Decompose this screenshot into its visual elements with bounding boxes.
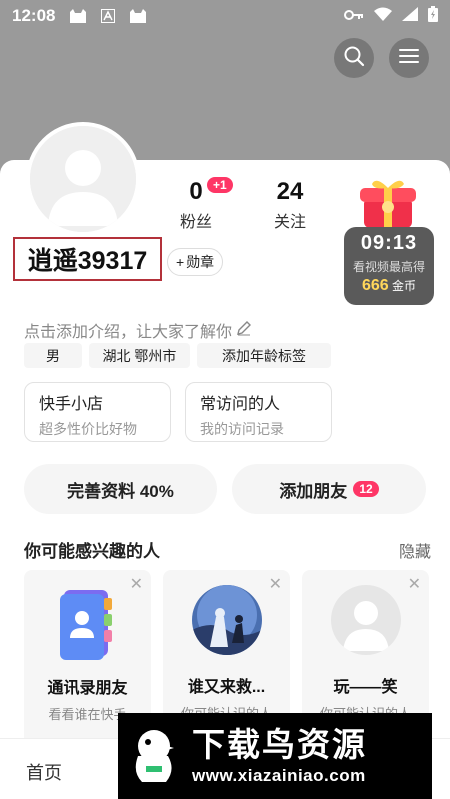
close-icon[interactable]: ✕ bbox=[130, 574, 143, 594]
default-avatar-icon bbox=[30, 126, 136, 232]
bird-logo-icon bbox=[128, 726, 180, 786]
intro-field[interactable]: 点击添加介绍，让大家了解你 bbox=[24, 318, 252, 342]
intro-placeholder: 点击添加介绍，让大家了解你 bbox=[24, 324, 233, 341]
recommend-name: 谁又来救... bbox=[187, 679, 266, 696]
shop-subtitle: 超多性价比好物 bbox=[39, 421, 137, 437]
menu-icon bbox=[399, 48, 419, 69]
add-friends-button[interactable]: 添加朋友 12 bbox=[232, 464, 426, 514]
wifi-icon bbox=[374, 6, 392, 26]
signal-icon bbox=[402, 6, 418, 26]
visitors-card[interactable]: 常访问的人 我的访问记录 bbox=[185, 382, 332, 442]
tag-gender[interactable]: 男 bbox=[24, 343, 82, 368]
fans-label: 粉丝 bbox=[179, 214, 212, 231]
username[interactable]: 逍遥39317 bbox=[13, 237, 162, 281]
reward-amount: 666 金币 bbox=[344, 277, 434, 295]
reward-amount-value: 666 bbox=[361, 277, 389, 294]
tab-home[interactable]: 首页 bbox=[26, 759, 62, 785]
recommend-hide-button[interactable]: 隐藏 bbox=[399, 538, 431, 562]
status-bar: 12:08 bbox=[0, 0, 450, 32]
cat-icon bbox=[69, 9, 87, 23]
medal-label: 勋章 bbox=[186, 254, 215, 270]
new-fans-badge: +1 bbox=[207, 177, 233, 193]
reward-caption: 看视频最高得 bbox=[352, 260, 425, 274]
reward-unit: 金币 bbox=[392, 279, 417, 293]
avatar[interactable] bbox=[26, 122, 140, 236]
contacts-book-icon bbox=[58, 586, 118, 662]
search-icon bbox=[343, 45, 365, 72]
following-count: 24 bbox=[276, 178, 304, 205]
default-avatar-icon bbox=[330, 585, 401, 655]
battery-icon bbox=[428, 5, 438, 27]
tag-add-age[interactable]: 添加年龄标签 bbox=[197, 343, 331, 368]
plus-icon: + bbox=[176, 254, 185, 270]
visitors-title: 常访问的人 bbox=[200, 396, 281, 413]
visitors-subtitle: 我的访问记录 bbox=[200, 421, 284, 437]
reward-timer: 09:13 bbox=[360, 232, 418, 254]
edit-pencil-icon bbox=[236, 320, 252, 341]
close-icon[interactable]: ✕ bbox=[408, 574, 421, 594]
coin-reward-widget[interactable]: 09:13 看视频最高得 666 金币 bbox=[344, 227, 434, 305]
close-icon[interactable]: ✕ bbox=[269, 574, 282, 594]
gift-box-icon[interactable] bbox=[360, 176, 416, 230]
complete-profile-label: 完善资料 40% bbox=[67, 481, 174, 501]
key-icon bbox=[344, 6, 364, 26]
status-time: 12:08 bbox=[12, 6, 56, 25]
cat-icon bbox=[129, 9, 147, 23]
recommend-title: 你可能感兴趣的人 bbox=[24, 542, 160, 561]
watermark: 下载鸟资源 www.xiazainiao.com bbox=[118, 713, 432, 799]
watermark-url: www.xiazainiao.com bbox=[192, 766, 366, 785]
menu-button[interactable] bbox=[389, 38, 429, 78]
following-stat[interactable]: 24 关注 bbox=[266, 178, 314, 232]
medal-button[interactable]: + 勋章 bbox=[167, 248, 224, 276]
shop-card[interactable]: 快手小店 超多性价比好物 bbox=[24, 382, 171, 442]
complete-profile-button[interactable]: 完善资料 40% bbox=[24, 464, 217, 514]
tag-location[interactable]: 湖北 鄂州市 bbox=[89, 343, 190, 368]
following-label: 关注 bbox=[273, 214, 306, 231]
shop-title: 快手小店 bbox=[39, 396, 104, 413]
add-friends-label: 添加朋友 bbox=[279, 481, 348, 501]
font-icon bbox=[99, 9, 117, 23]
user-avatar bbox=[191, 585, 262, 655]
add-friends-count-badge: 12 bbox=[353, 481, 379, 497]
recommend-name: 通讯录朋友 bbox=[47, 680, 128, 697]
search-button[interactable] bbox=[334, 38, 374, 78]
watermark-title: 下载鸟资源 bbox=[192, 726, 367, 763]
recommend-name: 玩——笑 bbox=[333, 679, 398, 696]
